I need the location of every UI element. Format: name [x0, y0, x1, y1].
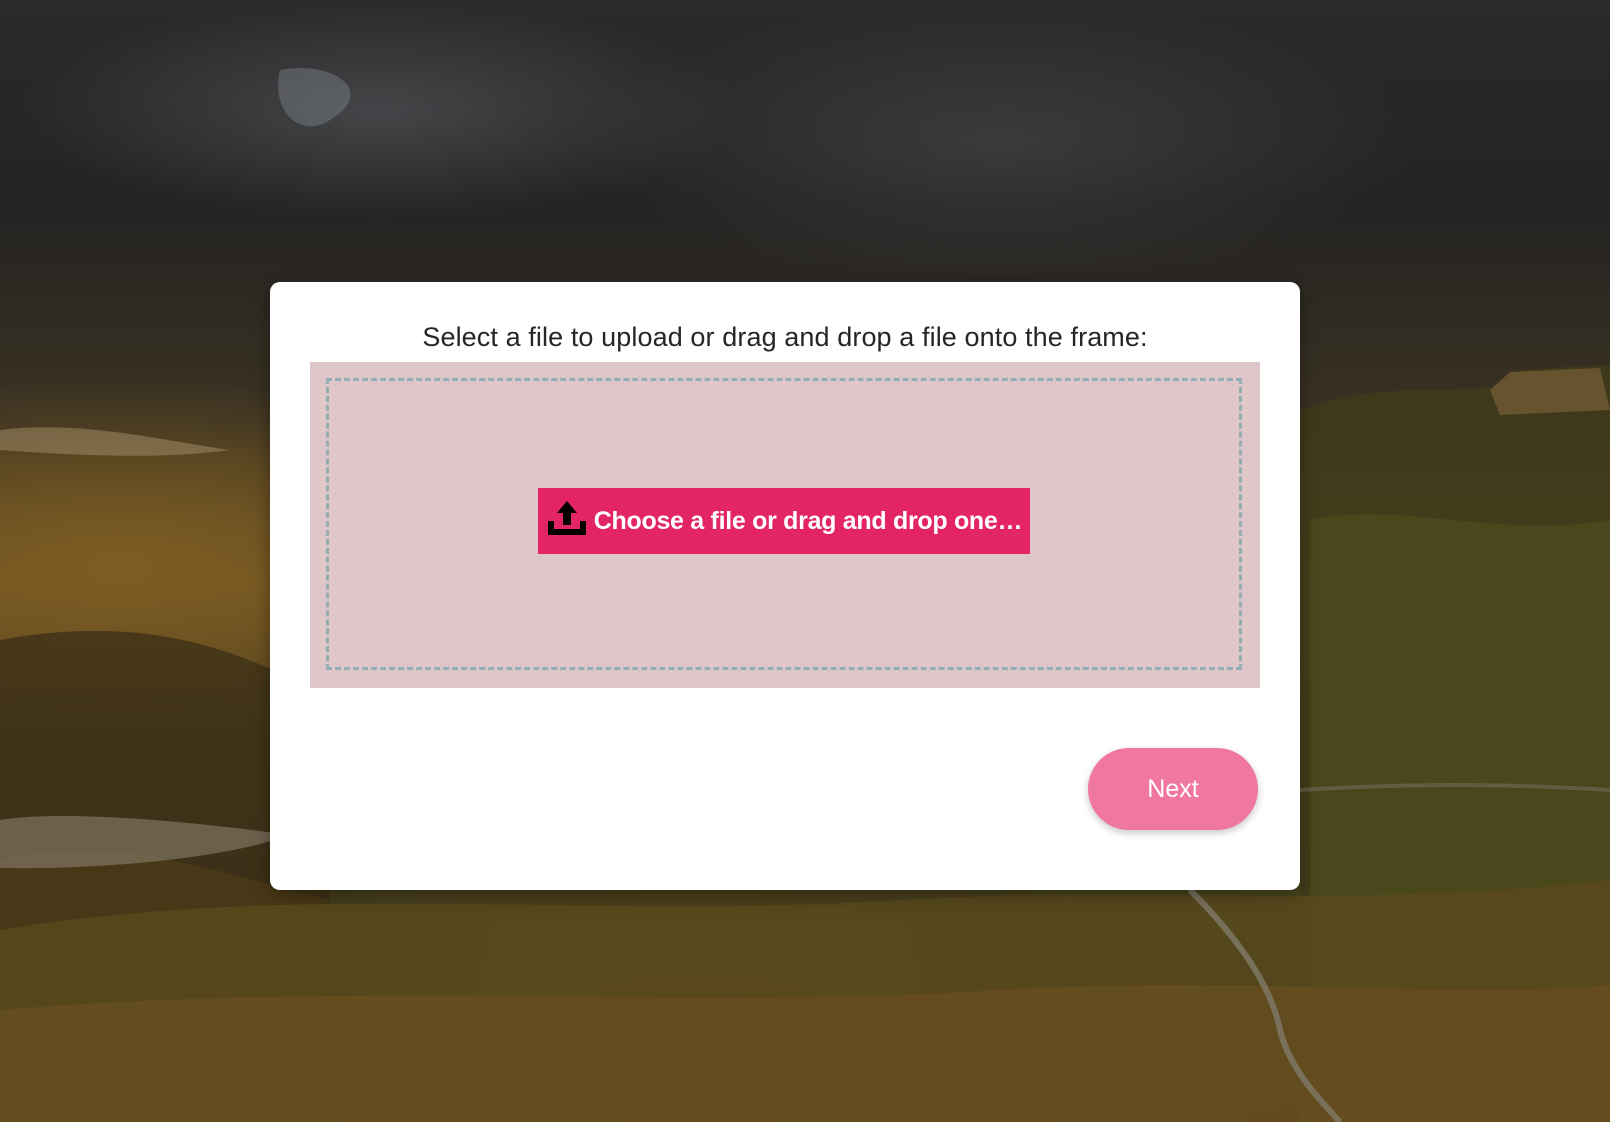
- upload-card: Select a file to upload or drag and drop…: [270, 282, 1300, 890]
- upload-icon: [546, 499, 588, 537]
- choose-file-button-label: Choose a file or drag and drop one…: [593, 506, 1023, 535]
- next-button[interactable]: Next: [1088, 748, 1258, 830]
- file-dropzone[interactable]: Choose a file or drag and drop one…: [310, 362, 1260, 688]
- upload-instruction: Select a file to upload or drag and drop…: [422, 322, 1148, 352]
- choose-file-button[interactable]: Choose a file or drag and drop one…: [538, 488, 1030, 554]
